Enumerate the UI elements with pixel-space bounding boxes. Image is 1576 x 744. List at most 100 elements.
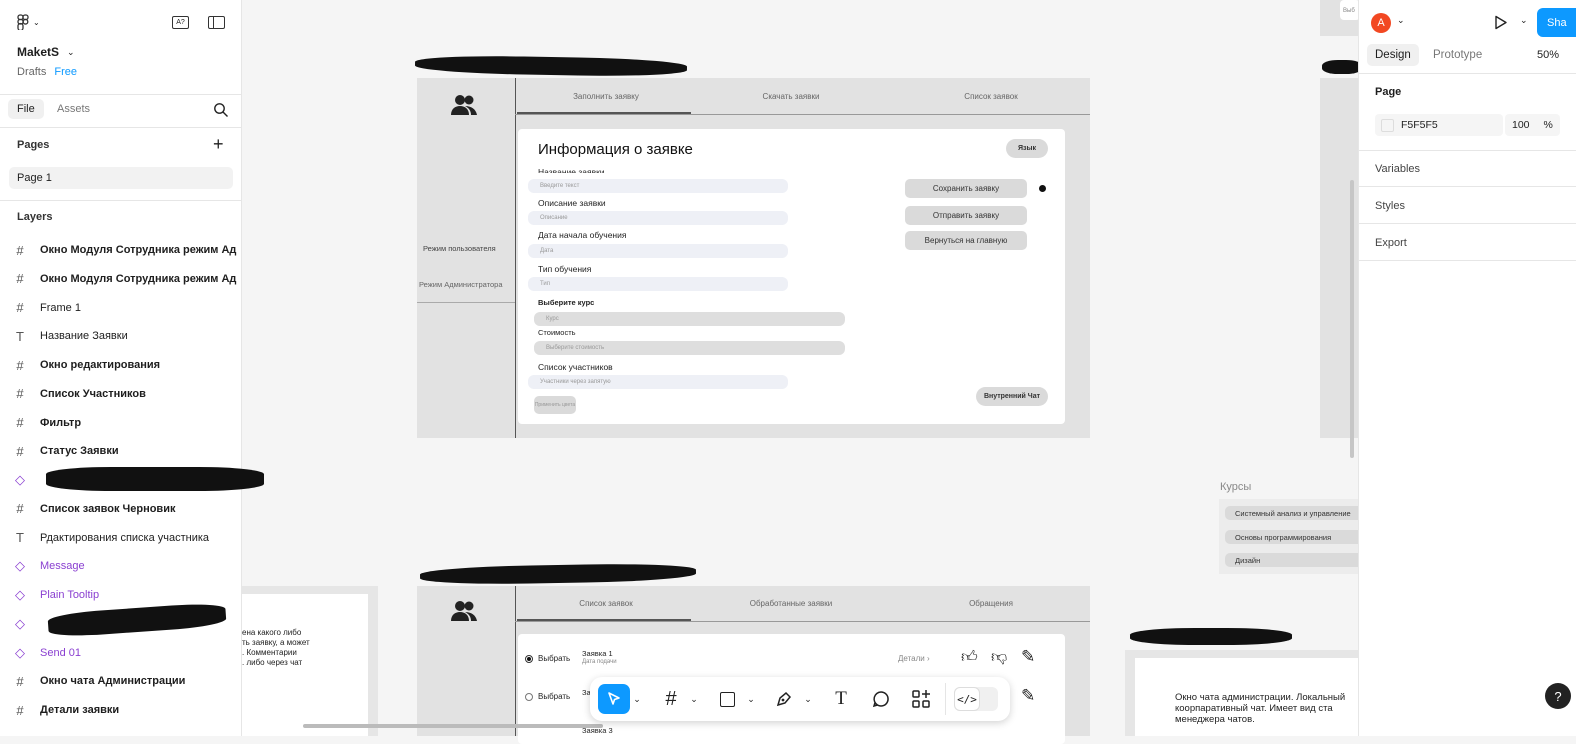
layer-name: Окно Модуля Сотрудника режим Ад [40,244,237,256]
tab-download-applications[interactable]: Скачать заявки [732,92,850,101]
save-application-button[interactable]: Сохранить заявку [905,179,1027,198]
layer-item[interactable]: # Список заявок Черновик [0,495,242,523]
main-menu-button[interactable]: ⌄ [17,14,40,30]
layer-item[interactable]: T Рдактирования списка участника [0,524,242,552]
zoom-level[interactable]: 50% [1537,49,1559,61]
frame-tool-icon[interactable]: # [658,687,684,711]
ai-badge-icon[interactable]: A? [172,16,189,29]
layer-item[interactable]: # Список Участников [0,380,242,408]
rectangle-tool-icon[interactable] [715,687,739,711]
comment-tool-icon[interactable] [868,687,894,711]
pen-tool-icon[interactable] [772,687,796,711]
move-tool[interactable] [598,684,630,714]
tab-design[interactable]: Design [1367,44,1419,66]
layer-item[interactable]: # Детали заявки [0,696,242,724]
apply-colors-button[interactable]: Применить цвета [534,396,576,414]
courses-panel: Системный анализ и управление Основы про… [1219,499,1365,574]
dev-mode-toggle[interactable]: </> [954,687,998,711]
partial-frame-chat: Окно чата администрации. Локальный коорп… [1125,650,1360,736]
input-app-name[interactable]: Введите текст [528,179,788,193]
course-item[interactable]: Основы программирования [1225,530,1365,544]
select-cost[interactable]: Выберите стоимость [534,341,845,355]
layer-item[interactable]: # Окно редактирования [0,351,242,379]
input-start-date[interactable]: Дата [528,244,788,258]
details-link[interactable]: Детали › [898,654,930,663]
search-icon[interactable] [213,102,229,123]
avatar[interactable]: A [1371,13,1391,33]
sidebar-toggle-icon[interactable] [208,16,225,29]
layer-item[interactable]: # Окно Модуля Сотрудника режим Ад [0,236,242,264]
layer-item[interactable]: ◇ Send 01 [0,639,242,667]
label-app-name: Название заявки [538,167,605,173]
tab-assets[interactable]: Assets [57,103,90,115]
help-button[interactable]: ? [1545,683,1571,709]
chevron-down-icon: ⌄ [33,17,40,27]
layer-item[interactable]: T Название Заявки [0,322,242,350]
tab-prototype[interactable]: Prototype [1433,49,1482,61]
input-participants[interactable]: Участники через запятую [528,375,788,389]
layer-item[interactable]: ◇ Message [0,552,242,580]
course-item[interactable]: Дизайн [1225,553,1365,567]
back-home-button[interactable]: Вернуться на главную [905,231,1027,250]
chevron-down-icon[interactable]: ⌄ [1397,15,1405,26]
tab-file[interactable]: File [8,99,44,119]
tab-application-list[interactable]: Список заявок [547,599,665,608]
opacity-value[interactable]: 100 [1512,119,1530,131]
play-icon[interactable] [1494,15,1508,35]
send-application-button[interactable]: Отправить заявку [905,206,1027,225]
page-section-title: Page [1375,86,1402,98]
thumbs-down-icon[interactable]: 👎︎ [991,648,1007,667]
chevron-down-icon[interactable]: ⌄ [689,687,699,711]
background-color-field[interactable]: F5F5F5 [1375,114,1503,136]
color-swatch[interactable] [1381,118,1394,132]
layer-item[interactable]: # Окно Модуля Сотрудника режим Ад [0,265,242,293]
chevron-down-icon[interactable]: ⌄ [746,687,756,711]
file-name-button[interactable]: MaketS ⌄ [17,45,75,59]
share-button[interactable]: Sha [1537,8,1576,37]
language-button[interactable]: Язык [1006,139,1048,158]
chevron-down-icon[interactable]: ⌄ [803,687,813,711]
background-opacity-field[interactable]: 100 % [1505,114,1560,136]
layer-item[interactable]: # Статус Заявки [0,437,242,465]
layer-name: Frame 1 [40,301,81,314]
edit-icon[interactable]: ✎ [1021,686,1035,706]
radio[interactable] [525,693,533,701]
layer-item[interactable]: # Окно чата Администрации [0,667,242,695]
layer-item[interactable]: # Фильтр [0,409,242,437]
layer-item[interactable]: # Frame 1 [0,294,242,322]
tab-appeals[interactable]: Обращения [932,599,1050,608]
frame-application-form[interactable]: Заполнить заявку Скачать заявки Список з… [417,78,1090,438]
variables-section[interactable]: Variables [1375,163,1420,175]
export-section[interactable]: Export [1375,237,1407,249]
actions-tool-icon[interactable] [908,687,934,711]
drafts-link[interactable]: Drafts [17,66,46,78]
input-training-type[interactable]: Тип [528,277,788,291]
vertical-scrollbar[interactable] [1350,180,1354,458]
horizontal-scrollbar[interactable] [303,724,603,728]
mode-user[interactable]: Режим пользователя [423,244,496,253]
layer-name: Название Заявки [40,330,128,343]
edit-icon[interactable]: ✎ [1021,647,1035,667]
thumbs-up-icon[interactable]: 👍︎ [961,648,978,667]
course-item[interactable]: Системный анализ и управление [1225,506,1365,520]
select-course[interactable]: Курс [534,312,845,326]
chevron-down-icon[interactable]: ⌄ [632,687,642,711]
text-tool-icon[interactable]: T [828,687,854,711]
tab-application-list[interactable]: Список заявок [932,92,1050,101]
internal-chat-button[interactable]: Внутренний Чат [976,387,1048,406]
text-layer-icon: T [16,530,24,545]
percent-sign: % [1543,119,1553,131]
tab-processed-applications[interactable]: Обработанные заявки [732,599,850,608]
radio-selected[interactable] [525,655,533,663]
add-page-icon[interactable]: + [213,135,224,153]
page-item-page1[interactable]: Page 1 [9,167,233,189]
background-hex[interactable]: F5F5F5 [1401,119,1438,131]
application-info-card: Информация о заявке Язык Название заявки… [518,129,1065,424]
input-app-desc[interactable]: Описание [528,211,788,225]
chevron-down-icon[interactable]: ⌄ [1520,15,1528,26]
styles-section[interactable]: Styles [1375,200,1405,212]
plan-badge[interactable]: Free [54,66,77,78]
tab-fill-application[interactable]: Заполнить заявку [547,92,665,101]
layer-name: Фильтр [40,416,82,429]
mode-admin[interactable]: Режим Администратора [419,280,515,289]
